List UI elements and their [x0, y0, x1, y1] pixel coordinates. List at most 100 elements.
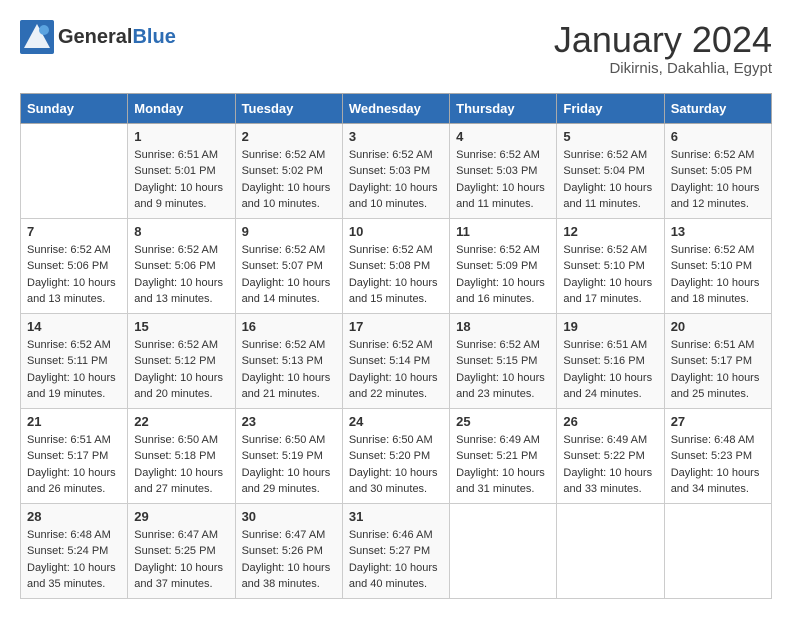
- day-info: Sunrise: 6:50 AM Sunset: 5:20 PM Dayligh…: [349, 432, 443, 498]
- day-number: 26: [563, 414, 657, 429]
- calendar-week-row: 21Sunrise: 6:51 AM Sunset: 5:17 PM Dayli…: [21, 408, 772, 503]
- page-header: GeneralBlue January 2024 Dikirnis, Dakah…: [20, 20, 772, 77]
- calendar-cell: 1 Sunrise: 6:51 AM Sunset: 5:01 PM Daylig…: [128, 123, 235, 218]
- day-header-friday: Friday: [557, 93, 664, 123]
- calendar-cell: 24 Sunrise: 6:50 AM Sunset: 5:20 PM Dayli…: [342, 408, 449, 503]
- day-number: 12: [563, 224, 657, 239]
- day-info: Sunrise: 6:52 AM Sunset: 5:02 PM Dayligh…: [242, 147, 336, 213]
- day-number: 30: [242, 509, 336, 524]
- calendar-cell: 9Sunrise: 6:52 AM Sunset: 5:07 PM Daylig…: [235, 218, 342, 313]
- day-info: Sunrise: 6:48 AM Sunset: 5:23 PM Dayligh…: [671, 432, 765, 498]
- day-number: 11: [456, 224, 550, 239]
- logo-blue-text: Blue: [132, 26, 175, 48]
- month-title: January 2024: [554, 20, 772, 60]
- day-number: 23: [242, 414, 336, 429]
- day-header-thursday: Thursday: [450, 93, 557, 123]
- logo-icon: [20, 20, 54, 54]
- day-info: Sunrise: 6:52 AM Sunset: 5:10 PM Dayligh…: [563, 242, 657, 308]
- calendar-cell: 12 Sunrise: 6:52 AM Sunset: 5:10 PM Dayli…: [557, 218, 664, 313]
- day-info: Sunrise: 6:52 AM Sunset: 5:11 PM Dayligh…: [27, 337, 121, 403]
- calendar-week-row: 28 Sunrise: 6:48 AM Sunset: 5:24 PM Dayli…: [21, 503, 772, 598]
- day-number: 4: [456, 129, 550, 144]
- day-number: 25: [456, 414, 550, 429]
- calendar-header-row: SundayMondayTuesdayWednesdayThursdayFrid…: [21, 93, 772, 123]
- day-number: 19: [563, 319, 657, 334]
- logo: GeneralBlue: [20, 20, 176, 54]
- day-header-sunday: Sunday: [21, 93, 128, 123]
- day-number: 7: [27, 224, 121, 239]
- day-info: Sunrise: 6:51 AM Sunset: 5:01 PM Dayligh…: [134, 147, 228, 213]
- calendar-cell: 23 Sunrise: 6:50 AM Sunset: 5:19 PM Dayli…: [235, 408, 342, 503]
- day-info: Sunrise: 6:50 AM Sunset: 5:19 PM Dayligh…: [242, 432, 336, 498]
- calendar-cell: 3Sunrise: 6:52 AM Sunset: 5:03 PM Daylig…: [342, 123, 449, 218]
- day-info: Sunrise: 6:52 AM Sunset: 5:15 PM Dayligh…: [456, 337, 550, 403]
- day-number: 28: [27, 509, 121, 524]
- calendar-cell: 27 Sunrise: 6:48 AM Sunset: 5:23 PM Dayli…: [664, 408, 771, 503]
- calendar-cell: 19 Sunrise: 6:51 AM Sunset: 5:16 PM Dayli…: [557, 313, 664, 408]
- title-section: January 2024 Dikirnis, Dakahlia, Egypt: [554, 20, 772, 77]
- calendar-cell: 30Sunrise: 6:47 AM Sunset: 5:26 PM Dayli…: [235, 503, 342, 598]
- day-header-wednesday: Wednesday: [342, 93, 449, 123]
- calendar-cell: 21Sunrise: 6:51 AM Sunset: 5:17 PM Dayli…: [21, 408, 128, 503]
- day-number: 5: [563, 129, 657, 144]
- day-info: Sunrise: 6:49 AM Sunset: 5:21 PM Dayligh…: [456, 432, 550, 498]
- calendar-cell: [21, 123, 128, 218]
- day-number: 20: [671, 319, 765, 334]
- day-info: Sunrise: 6:51 AM Sunset: 5:16 PM Dayligh…: [563, 337, 657, 403]
- day-number: 1: [134, 129, 228, 144]
- day-number: 18: [456, 319, 550, 334]
- calendar-cell: 26 Sunrise: 6:49 AM Sunset: 5:22 PM Dayli…: [557, 408, 664, 503]
- calendar-cell: 8 Sunrise: 6:52 AM Sunset: 5:06 PM Daylig…: [128, 218, 235, 313]
- calendar-cell: [450, 503, 557, 598]
- calendar-table: SundayMondayTuesdayWednesdayThursdayFrid…: [20, 93, 772, 599]
- calendar-cell: 13 Sunrise: 6:52 AM Sunset: 5:10 PM Dayli…: [664, 218, 771, 313]
- day-info: Sunrise: 6:52 AM Sunset: 5:13 PM Dayligh…: [242, 337, 336, 403]
- calendar-cell: 31Sunrise: 6:46 AM Sunset: 5:27 PM Dayli…: [342, 503, 449, 598]
- day-header-saturday: Saturday: [664, 93, 771, 123]
- calendar-cell: 29 Sunrise: 6:47 AM Sunset: 5:25 PM Dayli…: [128, 503, 235, 598]
- day-number: 10: [349, 224, 443, 239]
- day-number: 2: [242, 129, 336, 144]
- day-number: 22: [134, 414, 228, 429]
- calendar-cell: 17Sunrise: 6:52 AM Sunset: 5:14 PM Dayli…: [342, 313, 449, 408]
- calendar-cell: 4Sunrise: 6:52 AM Sunset: 5:03 PM Daylig…: [450, 123, 557, 218]
- calendar-cell: 15 Sunrise: 6:52 AM Sunset: 5:12 PM Dayli…: [128, 313, 235, 408]
- day-info: Sunrise: 6:52 AM Sunset: 5:08 PM Dayligh…: [349, 242, 443, 308]
- calendar-week-row: 7 Sunrise: 6:52 AM Sunset: 5:06 PM Daylig…: [21, 218, 772, 313]
- calendar-cell: 20 Sunrise: 6:51 AM Sunset: 5:17 PM Dayli…: [664, 313, 771, 408]
- calendar-cell: 7Sunrise: 6:52 AM Sunset: 5:06 PM Daylig…: [21, 218, 128, 313]
- day-number: 13: [671, 224, 765, 239]
- calendar-cell: [557, 503, 664, 598]
- day-number: 14: [27, 319, 121, 334]
- calendar-week-row: 1 Sunrise: 6:51 AM Sunset: 5:01 PM Daylig…: [21, 123, 772, 218]
- calendar-cell: 5 Sunrise: 6:52 AM Sunset: 5:04 PM Daylig…: [557, 123, 664, 218]
- day-info: Sunrise: 6:52 AM Sunset: 5:10 PM Dayligh…: [671, 242, 765, 308]
- day-info: Sunrise: 6:52 AM Sunset: 5:07 PM Dayligh…: [242, 242, 336, 308]
- day-info: Sunrise: 6:52 AM Sunset: 5:04 PM Dayligh…: [563, 147, 657, 213]
- day-number: 3: [349, 129, 443, 144]
- day-number: 6: [671, 129, 765, 144]
- location-text: Dikirnis, Dakahlia, Egypt: [554, 60, 772, 77]
- day-header-monday: Monday: [128, 93, 235, 123]
- calendar-cell: [664, 503, 771, 598]
- day-number: 29: [134, 509, 228, 524]
- day-info: Sunrise: 6:46 AM Sunset: 5:27 PM Dayligh…: [349, 527, 443, 593]
- day-info: Sunrise: 6:47 AM Sunset: 5:25 PM Dayligh…: [134, 527, 228, 593]
- day-info: Sunrise: 6:48 AM Sunset: 5:24 PM Dayligh…: [27, 527, 121, 593]
- day-info: Sunrise: 6:52 AM Sunset: 5:06 PM Dayligh…: [134, 242, 228, 308]
- day-header-tuesday: Tuesday: [235, 93, 342, 123]
- calendar-cell: 16 Sunrise: 6:52 AM Sunset: 5:13 PM Dayli…: [235, 313, 342, 408]
- day-number: 21: [27, 414, 121, 429]
- day-info: Sunrise: 6:52 AM Sunset: 5:12 PM Dayligh…: [134, 337, 228, 403]
- calendar-cell: 25 Sunrise: 6:49 AM Sunset: 5:21 PM Dayli…: [450, 408, 557, 503]
- day-number: 24: [349, 414, 443, 429]
- day-number: 15: [134, 319, 228, 334]
- day-info: Sunrise: 6:52 AM Sunset: 5:14 PM Dayligh…: [349, 337, 443, 403]
- calendar-cell: 10 Sunrise: 6:52 AM Sunset: 5:08 PM Dayli…: [342, 218, 449, 313]
- calendar-cell: 11Sunrise: 6:52 AM Sunset: 5:09 PM Dayli…: [450, 218, 557, 313]
- day-number: 16: [242, 319, 336, 334]
- day-number: 8: [134, 224, 228, 239]
- day-number: 27: [671, 414, 765, 429]
- day-info: Sunrise: 6:49 AM Sunset: 5:22 PM Dayligh…: [563, 432, 657, 498]
- day-info: Sunrise: 6:51 AM Sunset: 5:17 PM Dayligh…: [671, 337, 765, 403]
